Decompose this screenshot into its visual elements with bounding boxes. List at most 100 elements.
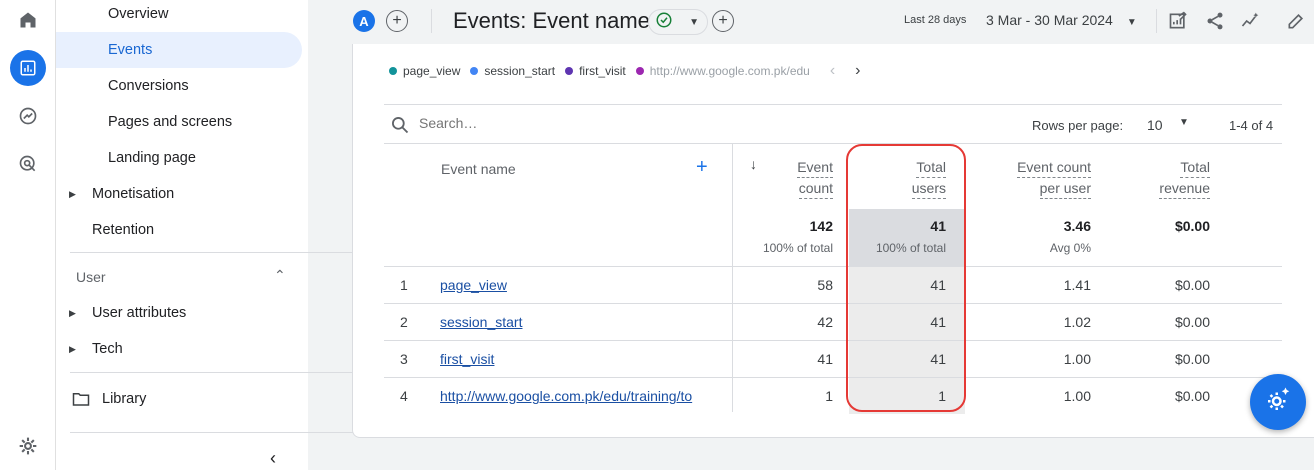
event-name-link[interactable]: first_visit — [440, 351, 494, 367]
column-header-event-name[interactable]: Event name — [441, 159, 516, 179]
header-divider — [1156, 9, 1157, 33]
nav-item-label: Overview — [108, 6, 169, 22]
total-revenue-cell: $0.00 — [1174, 388, 1210, 404]
table-row: 1 page_view 58 41 1.41 $0.00 — [384, 266, 1282, 303]
nav-item-monetisation[interactable]: ▶ Monetisation — [56, 176, 302, 212]
header-divider — [431, 9, 432, 33]
legend-label: first_visit — [579, 64, 626, 78]
reports-nav: Overview Events Conversions Pages and sc… — [56, 0, 354, 470]
avatar-letter: A — [359, 13, 369, 29]
search-icon — [390, 115, 410, 140]
event-count-cell: 41 — [817, 351, 833, 367]
advertising-icon[interactable] — [10, 146, 46, 182]
total-event-count-per-user: 3.46 — [1063, 218, 1091, 234]
nav-item-conversions[interactable]: Conversions — [56, 68, 302, 104]
total-event-count-percent: 100% of total — [762, 241, 833, 255]
total-event-count: 142 — [809, 218, 833, 234]
table-row: 4 http://www.google.com.pk/edu/training/… — [384, 377, 1282, 414]
header-line: per user — [1039, 178, 1091, 199]
rows-per-page-label: Rows per page: — [1032, 118, 1124, 133]
total-revenue-cell: $0.00 — [1174, 277, 1210, 293]
sort-descending-icon[interactable]: ↓ — [750, 156, 757, 172]
add-comparison-button[interactable]: + — [386, 10, 408, 32]
legend-dot — [470, 67, 479, 75]
home-icon[interactable] — [10, 2, 46, 38]
check-circle-icon — [655, 11, 673, 34]
nav-item-user-attributes[interactable]: ▶ User attributes — [56, 295, 302, 331]
header-line: count — [798, 178, 833, 199]
table-toolbar: Rows per page: 10 ▼ 1-4 of 4 — [384, 104, 1282, 144]
nav-item-tech[interactable]: ▶ Tech — [56, 331, 302, 367]
table-row: 2 session_start 42 41 1.02 $0.00 — [384, 303, 1282, 340]
legend-dot — [635, 67, 644, 75]
page-title: Events: Event name — [453, 8, 650, 33]
ai-settings-icon — [1263, 385, 1293, 420]
total-users-annotation-box — [846, 144, 966, 412]
header-line: Event — [797, 157, 833, 178]
row-index: 1 — [400, 277, 408, 293]
collapse-nav-icon[interactable]: ‹ — [270, 448, 276, 469]
nav-item-landing-page[interactable]: Landing page — [56, 140, 302, 176]
chevron-down-icon[interactable]: ▼ — [1179, 117, 1189, 128]
nav-item-label: Tech — [92, 341, 123, 357]
table-row: 3 first_visit 41 41 1.00 $0.00 — [384, 340, 1282, 377]
nav-item-pages-and-screens[interactable]: Pages and screens — [56, 104, 302, 140]
settings-icon[interactable] — [10, 428, 46, 464]
main-area: A + Events: Event name ▼ + Last 28 days … — [308, 0, 1314, 470]
nav-item-label: Landing page — [108, 150, 196, 166]
column-header-event-count[interactable]: Event count — [764, 157, 833, 199]
nav-item-library[interactable]: Library — [56, 381, 302, 417]
event-name-link[interactable]: http://www.google.com.pk/edu/training/to — [440, 388, 692, 404]
legend-dot — [565, 67, 574, 75]
total-revenue-cell: $0.00 — [1174, 351, 1210, 367]
folder-icon — [72, 391, 90, 411]
collapse-section-icon[interactable]: ⌃ — [274, 267, 286, 284]
comparison-avatar[interactable]: A — [353, 10, 375, 32]
column-header-total-revenue[interactable]: Total revenue — [1124, 157, 1210, 199]
nav-section-label: User — [76, 269, 106, 285]
event-count-cell: 58 — [817, 277, 833, 293]
legend-item: page_view — [389, 64, 460, 78]
add-dimension-icon[interactable]: + — [696, 156, 708, 179]
nav-item-events[interactable]: Events — [56, 32, 302, 68]
nav-item-label: Events — [108, 42, 153, 58]
nav-item-label: User attributes — [92, 305, 187, 321]
nav-item-label: Retention — [92, 222, 155, 238]
edit-icon[interactable] — [1284, 9, 1308, 33]
event-count-per-user-cell: 1.00 — [1063, 351, 1091, 367]
nav-section-user[interactable]: User — [76, 269, 106, 285]
share-icon[interactable] — [1203, 9, 1227, 33]
row-index: 3 — [400, 351, 408, 367]
date-range-selector[interactable]: 3 Mar - 30 Mar 2024 ▼ — [986, 12, 1137, 28]
insights-icon[interactable] — [1238, 9, 1262, 33]
report-header: A + Events: Event name ▼ + Last 28 days … — [308, 0, 1314, 44]
legend-item: first_visit — [565, 64, 626, 78]
nav-item-retention[interactable]: Retention — [56, 212, 302, 248]
pagination-info: 1-4 of 4 — [1229, 118, 1274, 133]
customize-report-icon[interactable] — [1166, 9, 1190, 33]
legend-prev-icon[interactable]: ‹ — [830, 62, 835, 80]
column-header-event-count-per-user[interactable]: Event count per user — [984, 157, 1091, 199]
events-table-card: page_view session_start first_visit http… — [352, 44, 1314, 438]
add-filter-button[interactable]: + — [712, 10, 734, 32]
report-status-dropdown[interactable]: ▼ — [648, 9, 708, 35]
legend-item: session_start — [470, 64, 555, 78]
reports-icon[interactable] — [10, 50, 46, 86]
nav-item-label: Monetisation — [92, 186, 175, 202]
event-name-link[interactable]: page_view — [440, 277, 507, 293]
event-count-cell: 42 — [817, 314, 833, 330]
rows-per-page-select[interactable]: 10 — [1147, 117, 1163, 133]
row-index: 2 — [400, 314, 408, 330]
nav-item-overview[interactable]: Overview — [56, 0, 302, 32]
assistant-fab[interactable] — [1250, 374, 1306, 430]
expand-triangle-icon: ▶ — [69, 343, 76, 354]
search-input[interactable] — [419, 115, 619, 131]
legend-label: session_start — [484, 64, 556, 78]
header-line: revenue — [1159, 178, 1210, 199]
legend-label: page_view — [403, 64, 461, 78]
legend-next-icon[interactable]: › — [855, 62, 860, 80]
event-name-link[interactable]: session_start — [440, 314, 522, 330]
event-count-per-user-cell: 1.02 — [1063, 314, 1091, 330]
expand-triangle-icon: ▶ — [69, 307, 76, 318]
explore-icon[interactable] — [10, 98, 46, 134]
